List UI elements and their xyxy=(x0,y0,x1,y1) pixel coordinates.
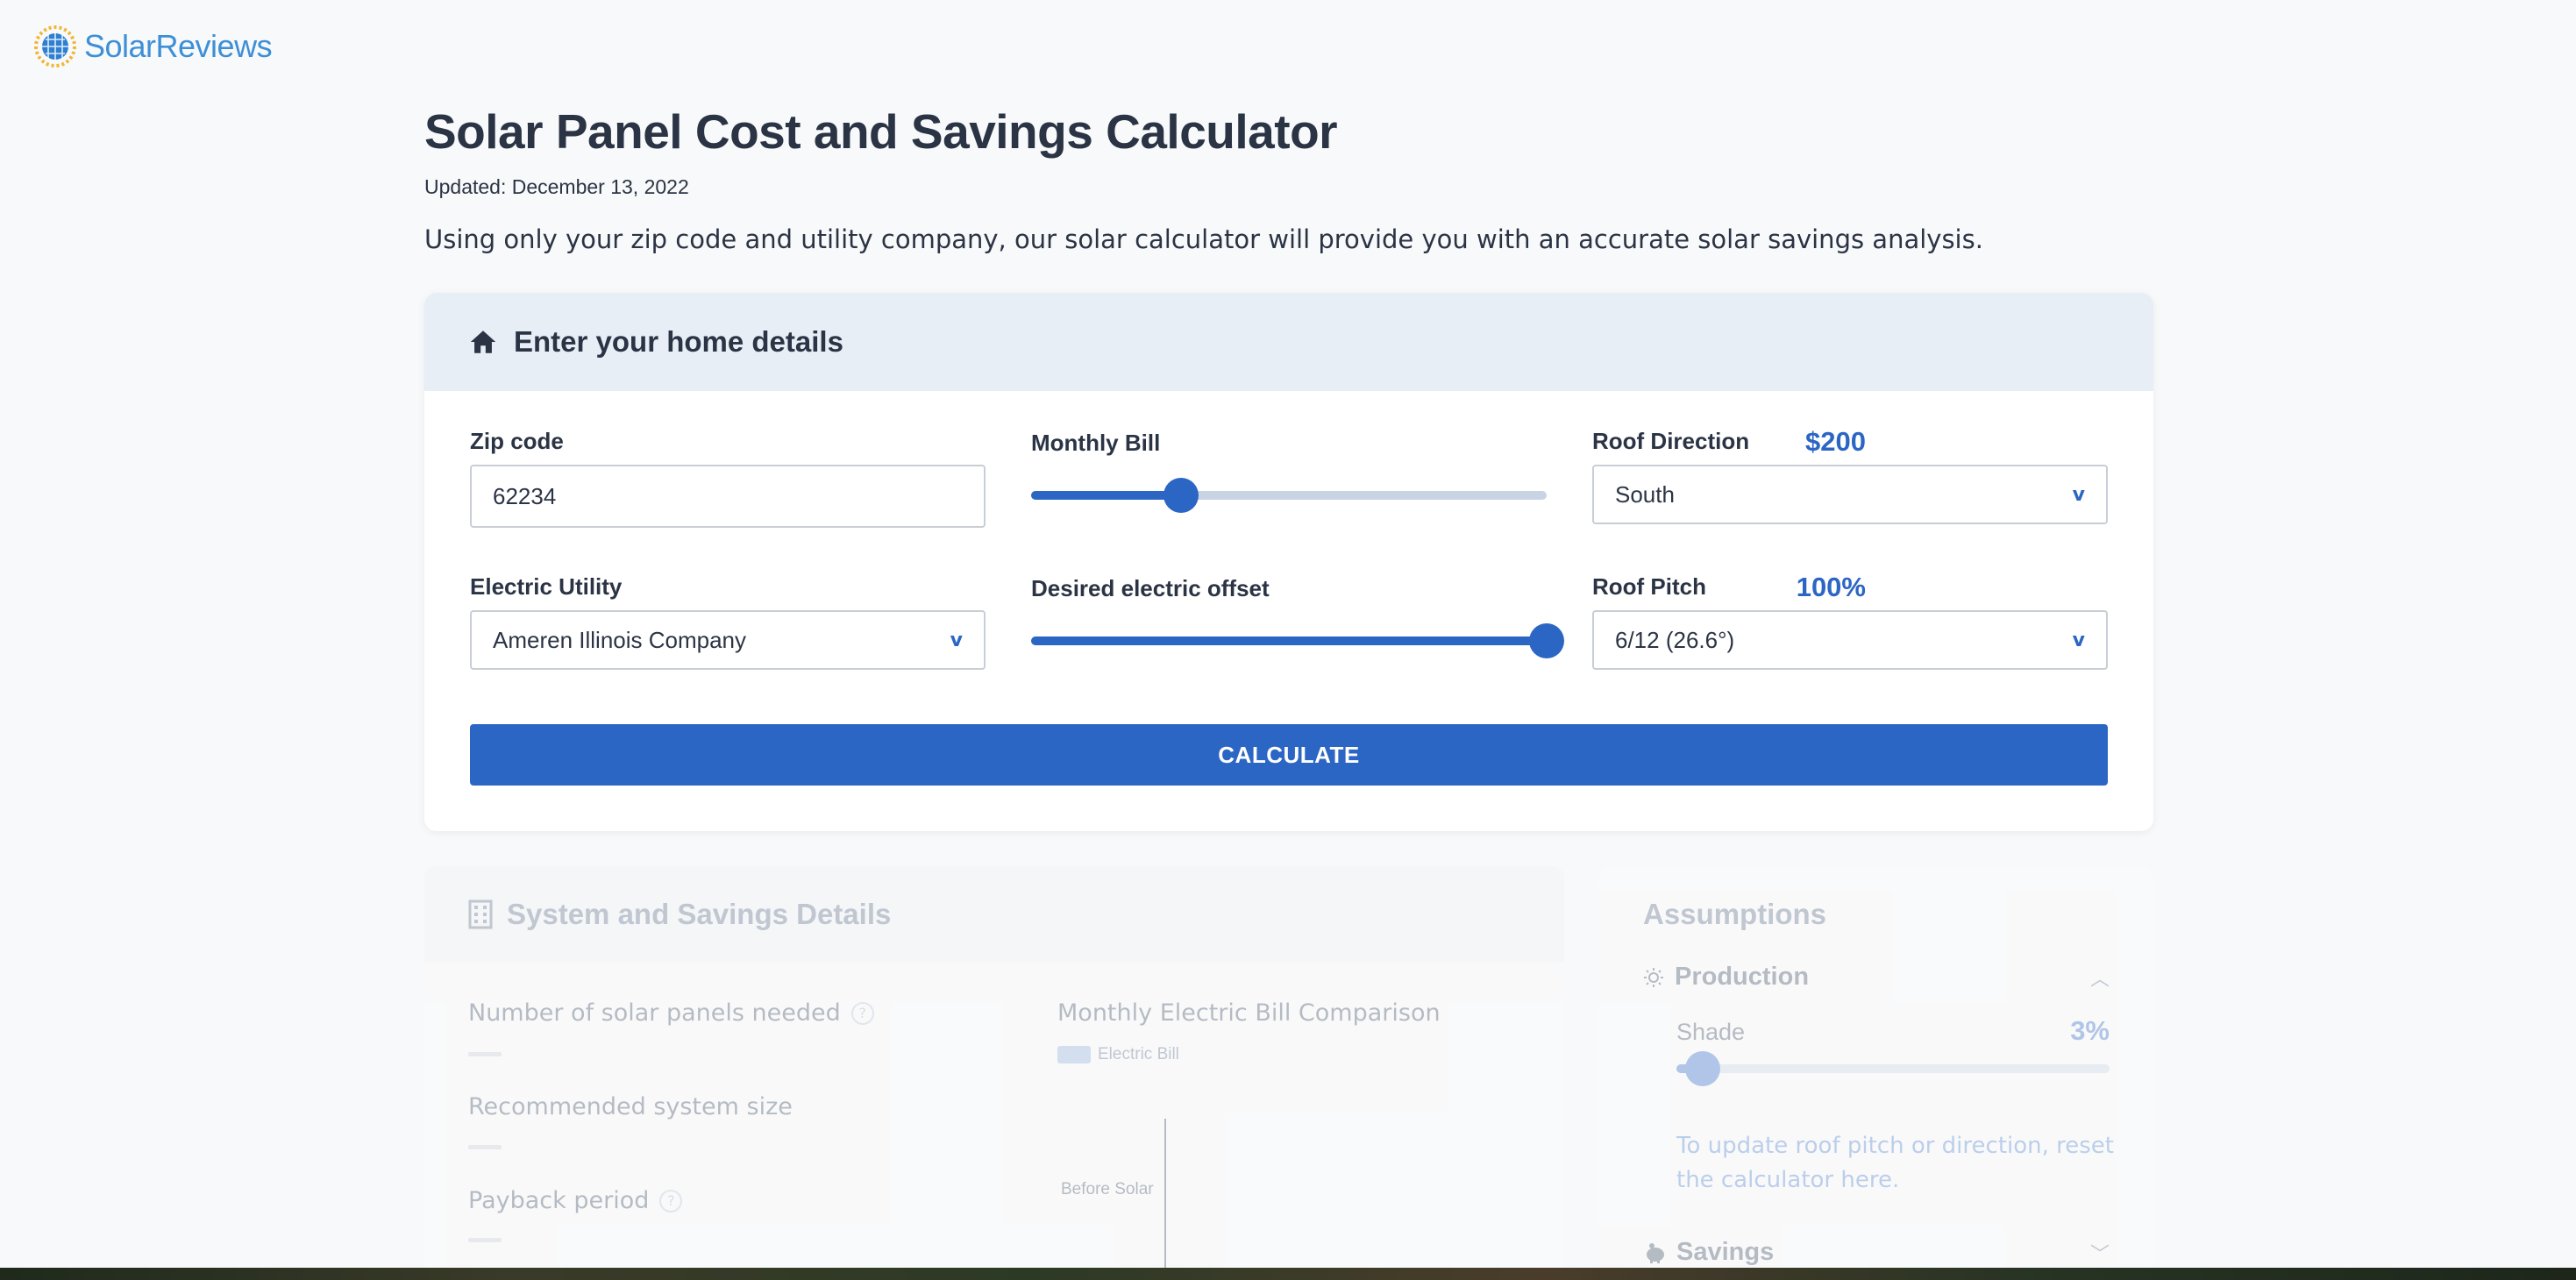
roof-pitch-select[interactable]: 6/12 (26.6°) v xyxy=(1592,610,2108,670)
roof-direction-select[interactable]: South v xyxy=(1592,465,2108,524)
offset-slider-fill xyxy=(1031,636,1547,645)
background-image-strip xyxy=(0,1268,2576,1280)
offset-slider[interactable] xyxy=(1031,623,1564,658)
zip-label: Zip code xyxy=(470,428,564,454)
legend-swatch xyxy=(1057,1046,1091,1063)
roof-direction-label: Roof Direction xyxy=(1592,428,1750,454)
chevron-down-icon: v xyxy=(2072,629,2085,651)
chevron-down-icon: v xyxy=(2072,483,2085,506)
monthly-bill-slider-fill xyxy=(1031,491,1181,500)
monthly-bill-label: Monthly Bill xyxy=(1031,430,1161,456)
calculate-button[interactable]: CALCULATE xyxy=(470,724,2108,786)
shade-slider[interactable] xyxy=(1676,1051,2110,1086)
chevron-down-icon: ﹀ xyxy=(2089,1243,2110,1266)
shade-slider-thumb[interactable] xyxy=(1684,1051,1720,1086)
home-icon xyxy=(470,331,496,353)
updated-date: Updated: December 13, 2022 xyxy=(424,175,689,198)
stat-value-placeholder xyxy=(468,1052,502,1056)
legend-label: Electric Bill xyxy=(1098,1045,1179,1063)
savings-accordion[interactable]: Savings ﹀ xyxy=(1643,1238,2110,1267)
offset-label: Desired electric offset xyxy=(1031,575,1270,601)
stat-system-size: Recommended system size xyxy=(468,1093,793,1120)
home-details-card: Enter your home details Zip code 62234 M… xyxy=(424,293,2153,831)
zip-value: 62234 xyxy=(493,482,557,509)
sun-icon xyxy=(1644,967,1663,987)
home-details-header: Enter your home details xyxy=(424,293,2153,391)
system-savings-card: System and Savings Details Number of sol… xyxy=(424,866,1564,1280)
production-accordion[interactable]: Production ︿ xyxy=(1643,963,2110,992)
roof-pitch-value: 6/12 (26.6°) xyxy=(1615,626,1735,653)
shade-value: 3% xyxy=(2070,1015,2110,1046)
stat-label: Payback period xyxy=(468,1187,650,1214)
site-logo[interactable]: SolarReviews xyxy=(33,25,273,68)
stat-payback-period: Payback period ? xyxy=(468,1187,683,1214)
savings-label: Savings xyxy=(1676,1238,1775,1266)
help-icon[interactable]: ? xyxy=(850,1001,874,1025)
home-details-title: Enter your home details xyxy=(514,325,843,358)
utility-value: Ameren Illinois Company xyxy=(493,626,747,653)
assumptions-title: Assumptions xyxy=(1643,898,1827,930)
system-savings-header: System and Savings Details xyxy=(424,866,1564,963)
help-icon[interactable]: ? xyxy=(659,1189,683,1212)
offset-slider-thumb[interactable] xyxy=(1529,623,1564,658)
roof-pitch-label: Roof Pitch xyxy=(1592,573,1706,600)
logo-wordmark: SolarReviews xyxy=(84,28,273,64)
piggy-bank-icon xyxy=(1647,1242,1664,1263)
system-savings-title: System and Savings Details xyxy=(507,898,892,930)
reset-calculator-note[interactable]: To update roof pitch or direction, reset… xyxy=(1676,1129,2115,1198)
stat-value-placeholder xyxy=(468,1145,502,1149)
utility-select[interactable]: Ameren Illinois Company v xyxy=(470,610,986,670)
production-label: Production xyxy=(1675,963,1810,991)
shade-label: Shade xyxy=(1676,1019,1746,1045)
stat-value-placeholder xyxy=(468,1238,502,1242)
bill-chart-legend: Electric Bill xyxy=(1057,1045,1179,1064)
chevron-down-icon: v xyxy=(950,629,963,651)
chevron-up-icon: ︿ xyxy=(2089,968,2110,991)
monthly-bill-slider[interactable] xyxy=(1031,478,1547,513)
zip-input[interactable]: 62234 xyxy=(470,465,986,528)
sun-logo-icon xyxy=(34,25,76,68)
monthly-bill-slider-thumb[interactable] xyxy=(1163,478,1199,513)
assumptions-card: Assumptions Production ︿ Shade 3% To upd… xyxy=(1599,866,2153,1280)
roof-direction-value: South xyxy=(1615,480,1675,508)
stat-label: Recommended system size xyxy=(468,1093,793,1120)
stat-panels-needed: Number of solar panels needed ? xyxy=(468,999,874,1027)
building-icon xyxy=(468,900,493,929)
intro-text: Using only your zip code and utility com… xyxy=(424,224,1983,254)
bill-chart-title: Monthly Electric Bill Comparison xyxy=(1057,999,1441,1027)
chart-axis xyxy=(1164,1119,1166,1280)
page-title: Solar Panel Cost and Savings Calculator xyxy=(424,104,1338,159)
chart-category-label: Before Solar xyxy=(1061,1180,1154,1198)
utility-label: Electric Utility xyxy=(470,573,623,600)
stat-label: Number of solar panels needed xyxy=(468,999,841,1027)
